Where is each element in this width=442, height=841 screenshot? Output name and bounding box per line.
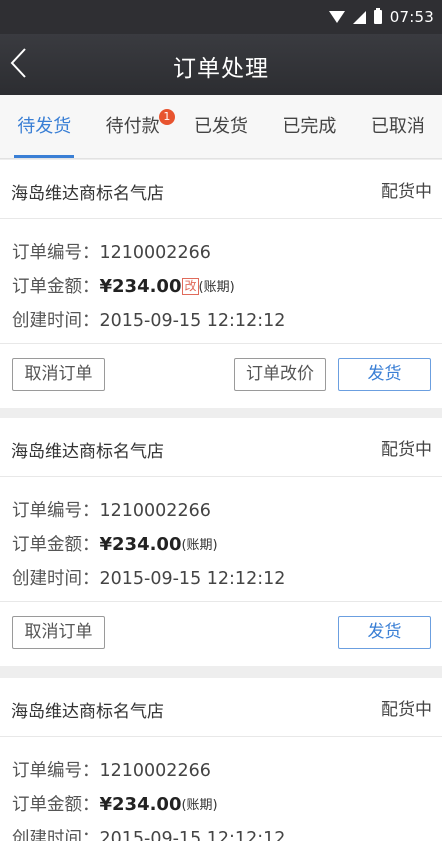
payment-period: (账期)	[198, 280, 235, 295]
shop-name: 海岛维达商标名气店	[11, 702, 164, 722]
shop-name: 海岛维达商标名气店	[11, 442, 164, 462]
order-number-label: 订单编号：	[12, 243, 100, 263]
order-amount-label: 订单金额：	[12, 535, 100, 555]
order-amount-row: 订单金额：¥234.00(账期)	[0, 791, 442, 825]
order-amount-value: ¥234.00	[99, 276, 182, 297]
battery-icon	[373, 8, 382, 24]
order-card: 海岛维达商标名气店 配货中 订单编号：1210002266 订单金额：¥234.…	[0, 418, 442, 666]
created-time-label: 创建时间：	[12, 829, 100, 841]
tab-cancelled[interactable]: 已取消	[354, 95, 442, 158]
tab-shipped[interactable]: 已发货	[177, 95, 265, 158]
reprice-order-button[interactable]: 订单改价	[234, 358, 326, 391]
tab-label: 已完成	[282, 116, 337, 137]
created-time-row: 创建时间：2015-09-15 12:12:12	[0, 307, 442, 341]
created-time-value: 2015-09-15 12:12:12	[99, 569, 286, 589]
order-number-row: 订单编号：1210002266	[0, 497, 442, 531]
tab-completed[interactable]: 已完成	[265, 95, 353, 158]
order-status: 配货中	[381, 440, 432, 460]
ship-button[interactable]: 发货	[338, 358, 431, 391]
payment-period: (账期)	[181, 798, 218, 813]
ship-button[interactable]: 发货	[338, 616, 431, 649]
wifi-icon	[328, 11, 345, 23]
order-status: 配货中	[381, 182, 432, 202]
order-amount-row: 订单金额：¥234.00(账期)	[0, 531, 442, 565]
nav-bar: 订单处理	[0, 34, 442, 95]
tab-pending-payment[interactable]: 待付款 1	[88, 95, 176, 158]
cancel-order-button[interactable]: 取消订单	[12, 616, 105, 649]
order-amount-label: 订单金额：	[12, 277, 100, 297]
order-number-value: 1210002266	[99, 501, 211, 521]
order-number-row: 订单编号：1210002266	[0, 757, 442, 791]
order-card-header: 海岛维达商标名气店 配货中	[0, 678, 442, 737]
order-actions: 取消订单 发货	[0, 602, 442, 666]
payment-period: (账期)	[181, 538, 218, 553]
created-time-value: 2015-09-15 12:12:12	[99, 311, 286, 331]
signal-icon	[352, 10, 366, 24]
status-time: 07:53	[389, 8, 434, 26]
created-time-label: 创建时间：	[12, 569, 100, 589]
created-time-row: 创建时间：2015-09-15 12:12:12	[0, 565, 442, 599]
tab-pending-shipment[interactable]: 待发货	[0, 95, 88, 158]
order-card: 海岛维达商标名气店 配货中 订单编号：1210002266 订单金额：¥234.…	[0, 678, 442, 841]
shop-name: 海岛维达商标名气店	[11, 184, 164, 204]
order-actions: 取消订单 订单改价 发货	[0, 344, 442, 408]
order-number-row: 订单编号：1210002266	[0, 239, 442, 273]
order-number-label: 订单编号：	[12, 501, 100, 521]
order-amount-label: 订单金额：	[12, 795, 100, 815]
order-number-value: 1210002266	[99, 761, 211, 781]
order-number-value: 1210002266	[99, 243, 211, 263]
created-time-label: 创建时间：	[12, 311, 100, 331]
order-amount-value: ¥234.00	[99, 794, 182, 815]
tab-label: 已发货	[194, 116, 249, 137]
created-time-row: 创建时间：2015-09-15 12:12:12	[0, 825, 442, 841]
order-amount-value: ¥234.00	[99, 534, 182, 555]
order-amount-row: 订单金额：¥234.00 改 (账期)	[0, 273, 442, 307]
order-details: 订单编号：1210002266 订单金额：¥234.00 改 (账期) 创建时间：2…	[0, 219, 442, 344]
tab-label: 已取消	[370, 116, 425, 137]
page-title: 订单处理	[173, 56, 269, 82]
unread-badge: 1	[158, 109, 175, 125]
created-time-value: 2015-09-15 12:12:12	[99, 829, 286, 841]
tab-label: 待付款	[105, 116, 160, 137]
order-tabs: 待发货 待付款 1 已发货 已完成 已取消	[0, 95, 442, 159]
order-details: 订单编号：1210002266 订单金额：¥234.00(账期) 创建时间：20…	[0, 477, 442, 602]
order-card: 海岛维达商标名气店 配货中 订单编号：1210002266 订单金额：¥234.…	[0, 160, 442, 408]
order-card-header: 海岛维达商标名气店 配货中	[0, 418, 442, 477]
tab-label: 待发货	[17, 116, 72, 137]
price-edited-tag: 改	[182, 278, 199, 295]
order-card-header: 海岛维达商标名气店 配货中	[0, 160, 442, 219]
order-details: 订单编号：1210002266 订单金额：¥234.00(账期) 创建时间：20…	[0, 737, 442, 841]
status-bar: 07:53	[0, 0, 442, 34]
order-status: 配货中	[381, 700, 432, 720]
cancel-order-button[interactable]: 取消订单	[12, 358, 105, 391]
order-number-label: 订单编号：	[12, 761, 100, 781]
